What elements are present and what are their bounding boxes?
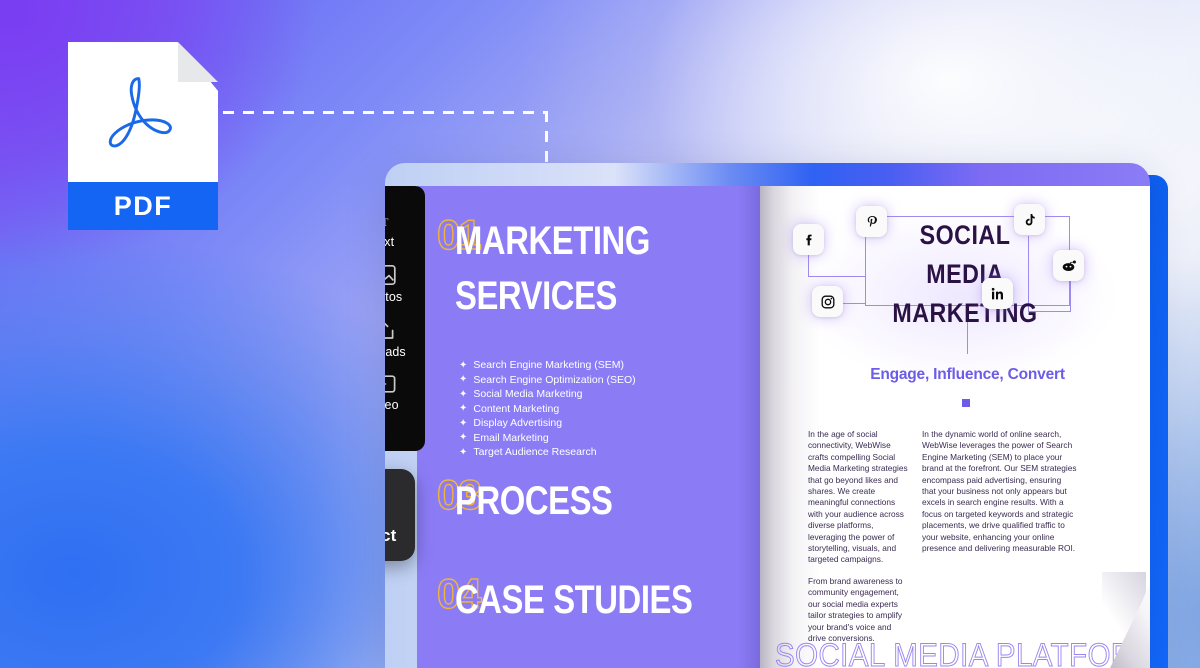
pdf-corner-fold (178, 42, 218, 82)
linkedin-icon[interactable] (982, 278, 1013, 309)
list-item: ✦ Display Advertising (459, 417, 636, 431)
document-page-left[interactable]: 01 MARKETING SERVICES ✦ Search Engine Ma… (417, 186, 760, 668)
section-title-marketing: MARKETING (455, 219, 650, 263)
document-spread: 01 MARKETING SERVICES ✦ Search Engine Ma… (417, 186, 1150, 668)
connector-facebook-horizontal (808, 276, 866, 278)
pinterest-icon[interactable] (856, 206, 887, 237)
sparkle-bullet-icon: ✦ (459, 388, 468, 400)
editor-window: 01 MARKETING SERVICES ✦ Search Engine Ma… (385, 163, 1150, 668)
section-title-process: PROCESS (455, 479, 613, 523)
tool-photos-label: Photos (385, 290, 403, 304)
text-tool-icon: T T (385, 217, 388, 229)
list-item: ✦ Email Marketing (459, 432, 636, 446)
decorative-square (962, 399, 970, 407)
service-label: Target Audience Research (473, 446, 597, 458)
photos-tool-icon (385, 264, 396, 286)
tool-uploads-label: Uploads (385, 345, 406, 359)
instagram-glyph (821, 295, 834, 308)
video-tool-icon (385, 375, 395, 393)
reddit-icon[interactable] (1053, 250, 1084, 281)
editor-toolbar: T T Text Photos Uploads (385, 186, 425, 451)
page-tagline: Engage, Influence, Convert (870, 366, 1065, 383)
section-title-case-studies: CASE STUDIES (455, 578, 693, 622)
service-label: Social Media Marketing (473, 388, 583, 400)
sparkle-bullet-icon: ✦ (459, 417, 468, 429)
pdf-type-band: PDF (68, 182, 218, 230)
body-paragraph: In the dynamic world of online search, W… (922, 429, 1077, 554)
services-list: ✦ Search Engine Marketing (SEM) ✦ Search… (459, 359, 636, 461)
sparkle-bullet-icon: ✦ (459, 432, 468, 444)
reddit-glyph (1062, 260, 1076, 272)
svg-text:T: T (385, 217, 388, 229)
pinterest-glyph (867, 215, 877, 227)
connector-line-horizontal (223, 111, 548, 114)
tool-uploads[interactable]: Uploads (385, 312, 419, 365)
service-label: Search Engine Marketing (SEM) (473, 359, 624, 371)
sparkle-bullet-icon: ✦ (459, 359, 468, 371)
body-paragraph: In the age of social connectivity, WebWi… (808, 429, 908, 565)
tool-photos[interactable]: Photos (385, 257, 419, 310)
sparkle-bullet-icon: ✦ (459, 403, 468, 415)
tiktok-icon[interactable] (1014, 204, 1045, 235)
document-page-right[interactable]: SOCIAL MEDIA MARKETING Engage, Influence… (760, 186, 1150, 668)
editor-content-area: 01 MARKETING SERVICES ✦ Search Engine Ma… (385, 186, 1150, 668)
pdf-file-icon[interactable]: PDF (68, 42, 218, 230)
acrobat-swirl-icon (108, 77, 172, 148)
list-item: ✦ Content Marketing (459, 403, 636, 417)
body-paragraph: From brand awareness to community engage… (808, 575, 903, 643)
sparkle-bullet-icon: ✦ (459, 446, 468, 458)
tool-text-label: Text (385, 235, 395, 249)
pdf-type-label: PDF (113, 190, 173, 221)
uploads-tool-icon (385, 323, 393, 339)
body-column-left: In the age of social connectivity, WebWi… (808, 429, 908, 654)
list-item: ✦ Search Engine Marketing (SEM) (459, 359, 636, 373)
tiktok-glyph (1025, 213, 1035, 225)
service-label: Search Engine Optimization (SEO) (473, 373, 636, 386)
tap-hand-icon (385, 484, 387, 524)
body-columns: In the age of social connectivity, WebWi… (808, 429, 1116, 654)
sparkle-bullet-icon: ✦ (459, 374, 468, 386)
service-label: Email Marketing (473, 431, 549, 444)
page-title-line2: MARKETING (892, 298, 1038, 329)
interact-button-label: Interact (385, 526, 397, 545)
facebook-icon[interactable] (793, 224, 824, 255)
body-column-right: In the dynamic world of online search, W… (922, 429, 1077, 654)
linkedin-glyph (991, 287, 1003, 299)
section-title-services: SERVICES (455, 274, 618, 318)
page-footer-title: SOCIAL MEDIA PLATFORMS & PRI (775, 637, 1150, 668)
service-label: Display Advertising (473, 417, 563, 429)
tool-text[interactable]: T T Text (385, 202, 419, 255)
list-item: ✦ Target Audience Research (459, 446, 636, 460)
list-item: ✦ Social Media Marketing (459, 388, 636, 402)
instagram-icon[interactable] (812, 286, 843, 317)
service-label: Content Marketing (473, 402, 560, 415)
interact-button[interactable]: Interact (385, 469, 415, 561)
list-item: ✦ Search Engine Optimization (SEO) (459, 374, 636, 388)
tool-video[interactable]: Video (385, 367, 419, 418)
facebook-glyph (805, 234, 812, 245)
tool-video-label: Video (385, 398, 399, 412)
